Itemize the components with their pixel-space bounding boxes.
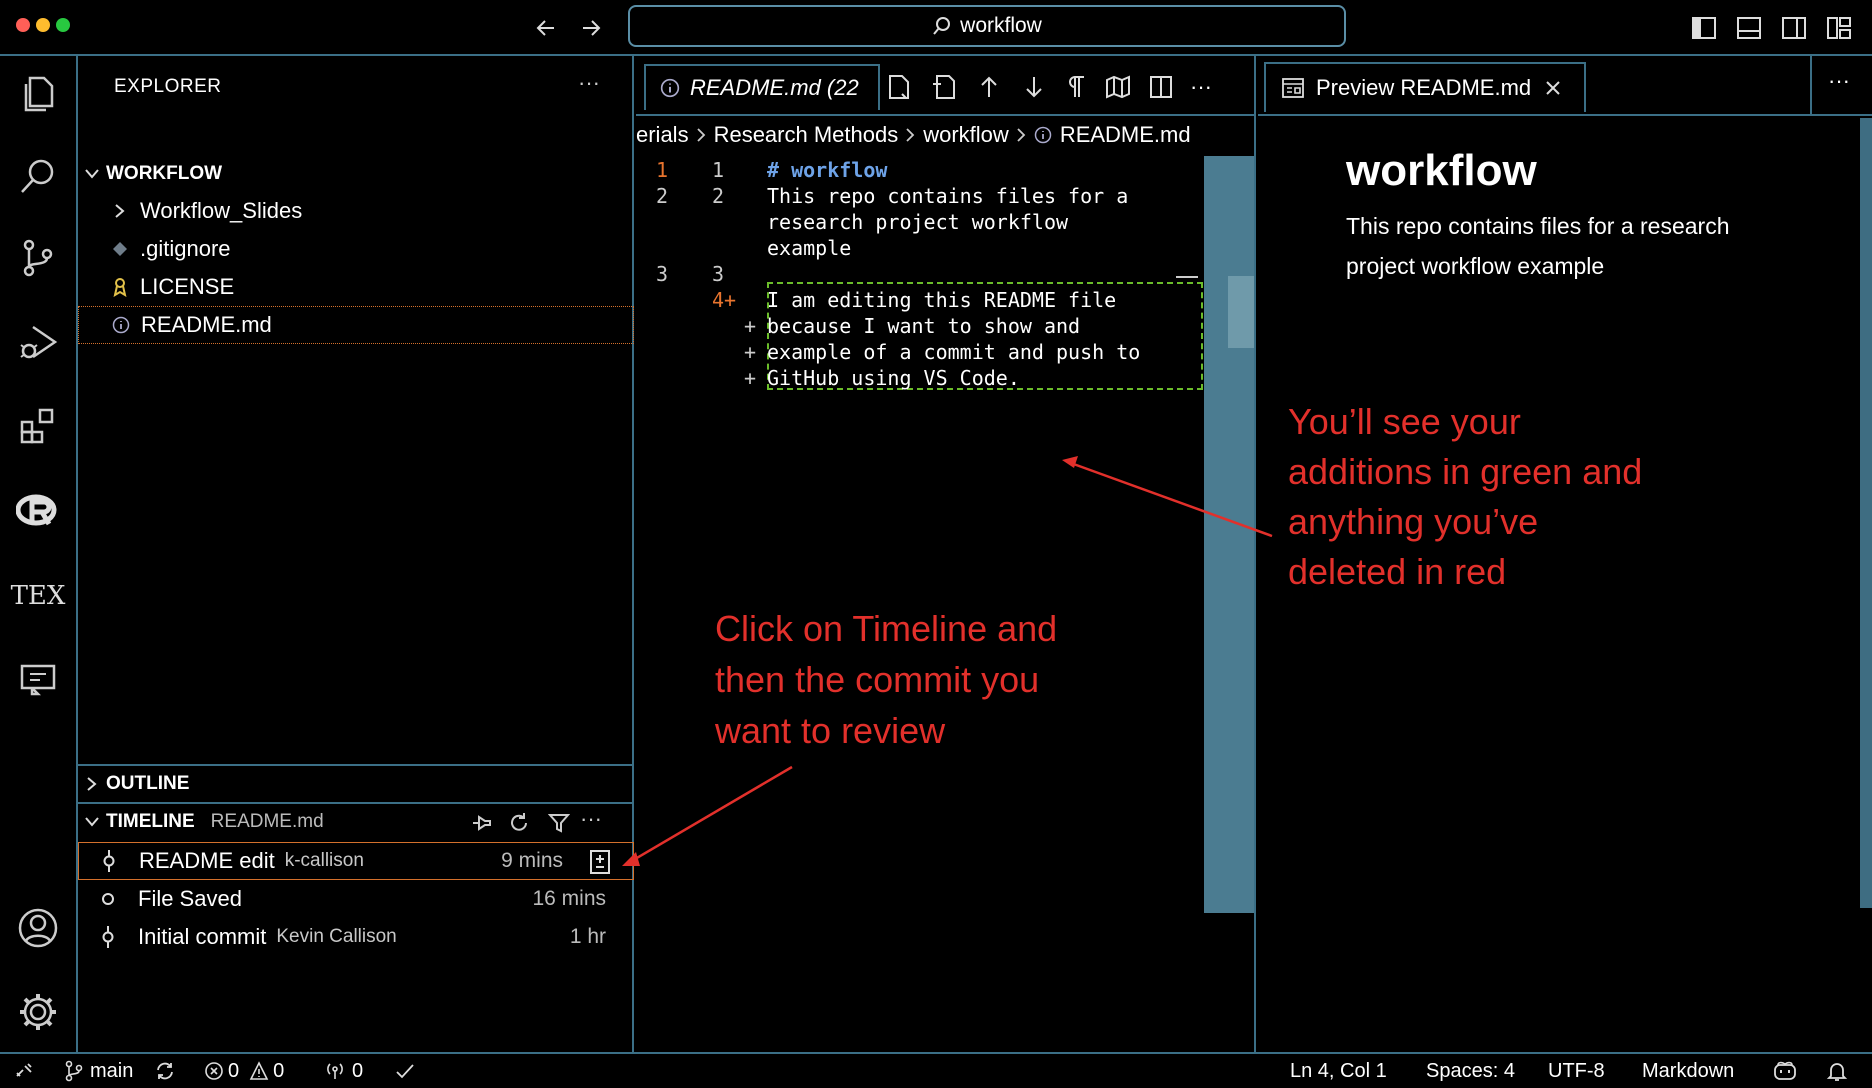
annotation-arrow bbox=[629, 765, 793, 864]
annotation-arrow bbox=[1067, 460, 1273, 538]
annotation-arrowhead bbox=[622, 852, 640, 866]
ports-count: 0 bbox=[352, 1059, 364, 1082]
language-mode[interactable]: Markdown bbox=[1642, 1054, 1734, 1088]
encoding[interactable]: UTF-8 bbox=[1548, 1054, 1605, 1088]
remote-indicator-icon[interactable] bbox=[14, 1054, 34, 1088]
annotation-arrows bbox=[622, 456, 1273, 866]
error-count: 0 bbox=[228, 1059, 240, 1082]
problems-status[interactable]: 0 0 bbox=[204, 1054, 284, 1088]
sync-icon[interactable] bbox=[154, 1054, 176, 1088]
branch-status[interactable]: main bbox=[64, 1054, 133, 1088]
notifications-bell-icon[interactable] bbox=[1826, 1054, 1848, 1088]
copilot-icon[interactable] bbox=[1772, 1054, 1798, 1088]
warning-icon bbox=[249, 1061, 269, 1081]
branch-name: main bbox=[90, 1059, 134, 1082]
status-bar: main 0 0 0 Ln 4, Col 1 Spaces: 4 UTF-8 M… bbox=[0, 1052, 1872, 1088]
warning-count: 0 bbox=[273, 1059, 285, 1082]
annotation-arrowhead bbox=[1062, 456, 1078, 468]
error-icon bbox=[204, 1061, 224, 1081]
cursor-position[interactable]: Ln 4, Col 1 bbox=[1290, 1054, 1387, 1088]
broadcast-icon bbox=[324, 1061, 346, 1081]
branch-icon bbox=[64, 1060, 84, 1082]
indentation[interactable]: Spaces: 4 bbox=[1426, 1054, 1515, 1088]
check-icon[interactable] bbox=[394, 1054, 416, 1088]
ports-status[interactable]: 0 bbox=[324, 1054, 363, 1088]
